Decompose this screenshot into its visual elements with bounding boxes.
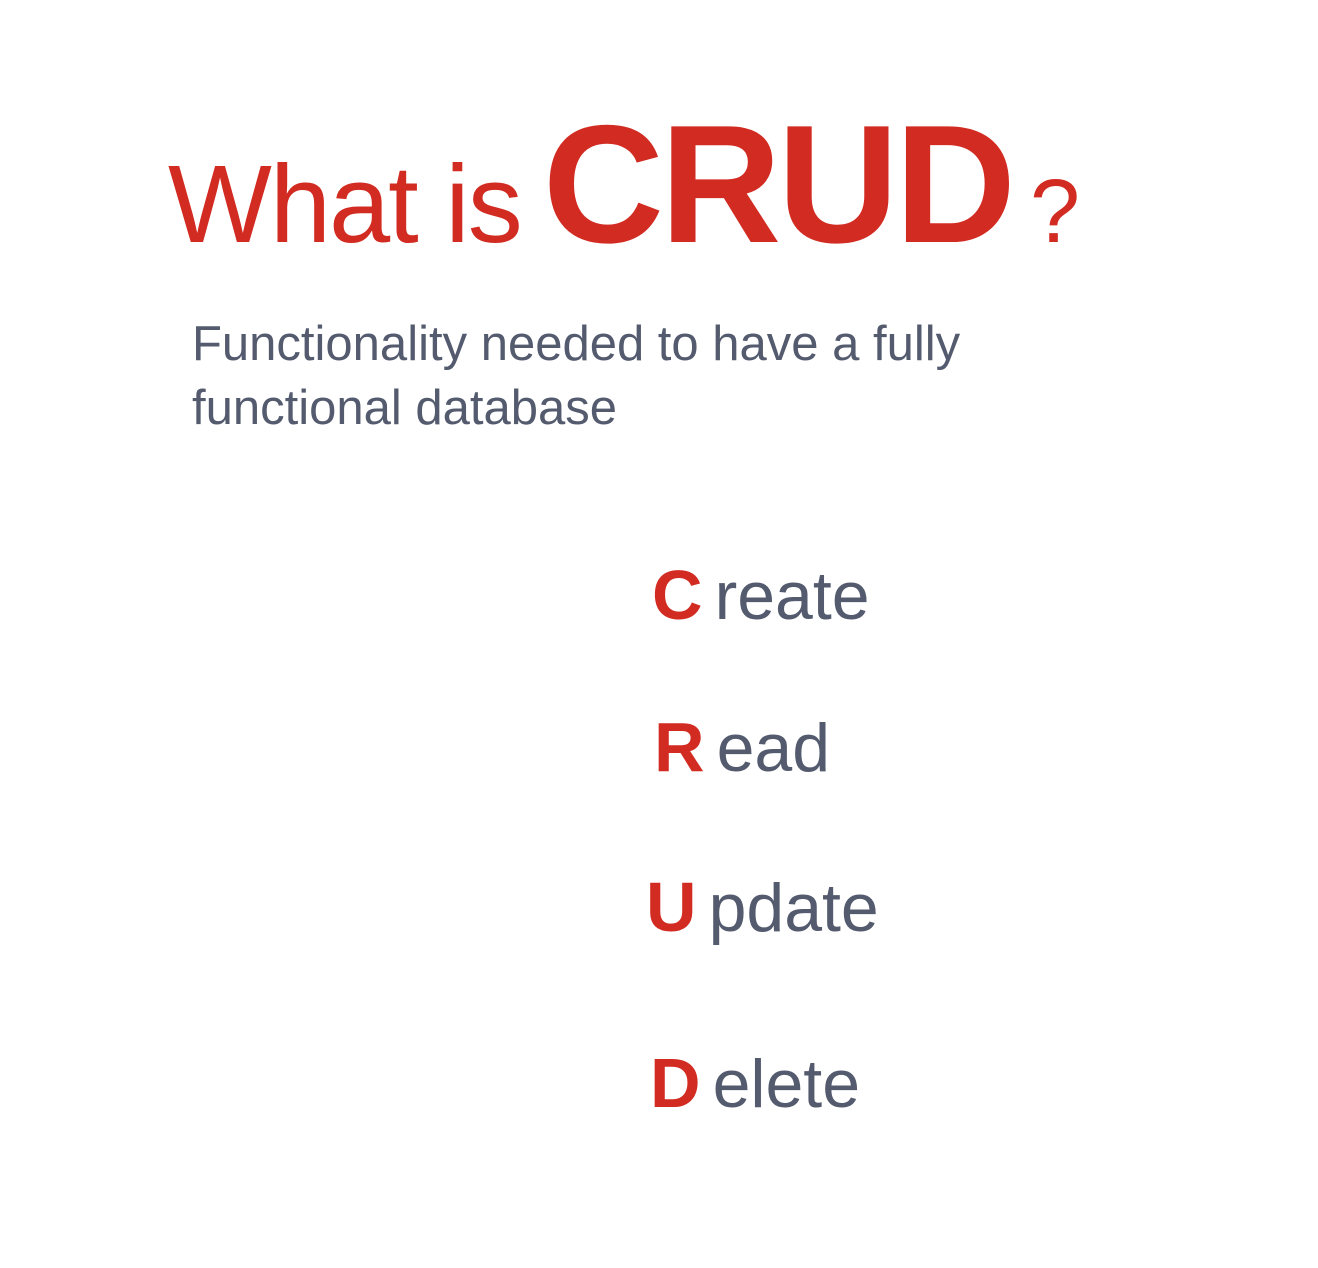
crud-word-read: ead [716, 710, 831, 786]
crud-item-read: Read [654, 712, 830, 782]
crud-item-update: Update [646, 872, 879, 942]
crud-word-create: reate [714, 558, 870, 634]
crud-word-update: pdate [708, 870, 879, 946]
crud-letter-u: U [646, 868, 697, 946]
crud-item-create: Create [652, 560, 870, 630]
crud-list: Create Read Update Delete [0, 0, 1318, 1268]
crud-word-delete: elete [712, 1046, 861, 1122]
crud-letter-c: C [652, 556, 703, 634]
crud-letter-r: R [654, 708, 705, 786]
crud-letter-d: D [650, 1044, 701, 1122]
crud-item-delete: Delete [650, 1048, 860, 1118]
